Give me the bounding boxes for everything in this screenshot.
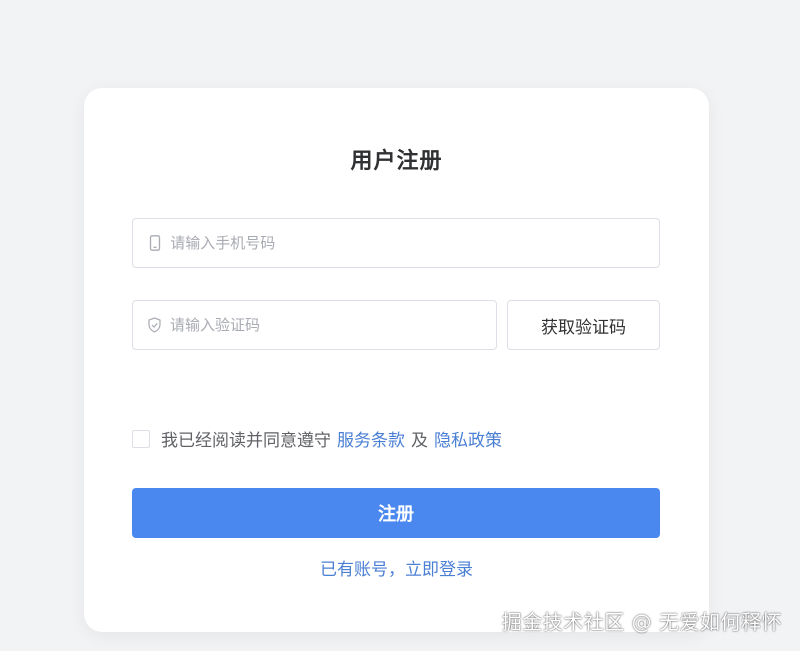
login-link[interactable]: 已有账号，立即登录	[84, 555, 709, 580]
terms-link[interactable]: 服务条款	[337, 426, 405, 451]
agreement-checkbox[interactable]	[132, 429, 150, 448]
mobile-phone-icon	[147, 235, 162, 251]
and-text: 及	[411, 431, 428, 451]
get-code-button[interactable]: 获取验证码	[507, 300, 660, 350]
phone-field[interactable]	[132, 218, 660, 268]
agreement-text: 我已经阅读并同意遵守	[161, 431, 331, 451]
agreement-row: 我已经阅读并同意遵守 服务条款 及 隐私政策	[132, 426, 502, 451]
watermark: 掘金技术社区 @ 无爱如何释怀	[501, 610, 782, 634]
verification-code-input[interactable]	[170, 301, 496, 349]
register-button[interactable]: 注册	[132, 488, 660, 538]
phone-input[interactable]	[170, 219, 659, 267]
privacy-link[interactable]: 隐私政策	[434, 426, 502, 451]
register-card: 用户注册 获取验证码 我已经阅读并同意遵守 服务条款 及 隐私政策 注册 已有账…	[84, 88, 709, 632]
code-field[interactable]	[132, 300, 497, 350]
page-title: 用户注册	[350, 149, 443, 174]
shield-check-icon	[147, 317, 162, 333]
